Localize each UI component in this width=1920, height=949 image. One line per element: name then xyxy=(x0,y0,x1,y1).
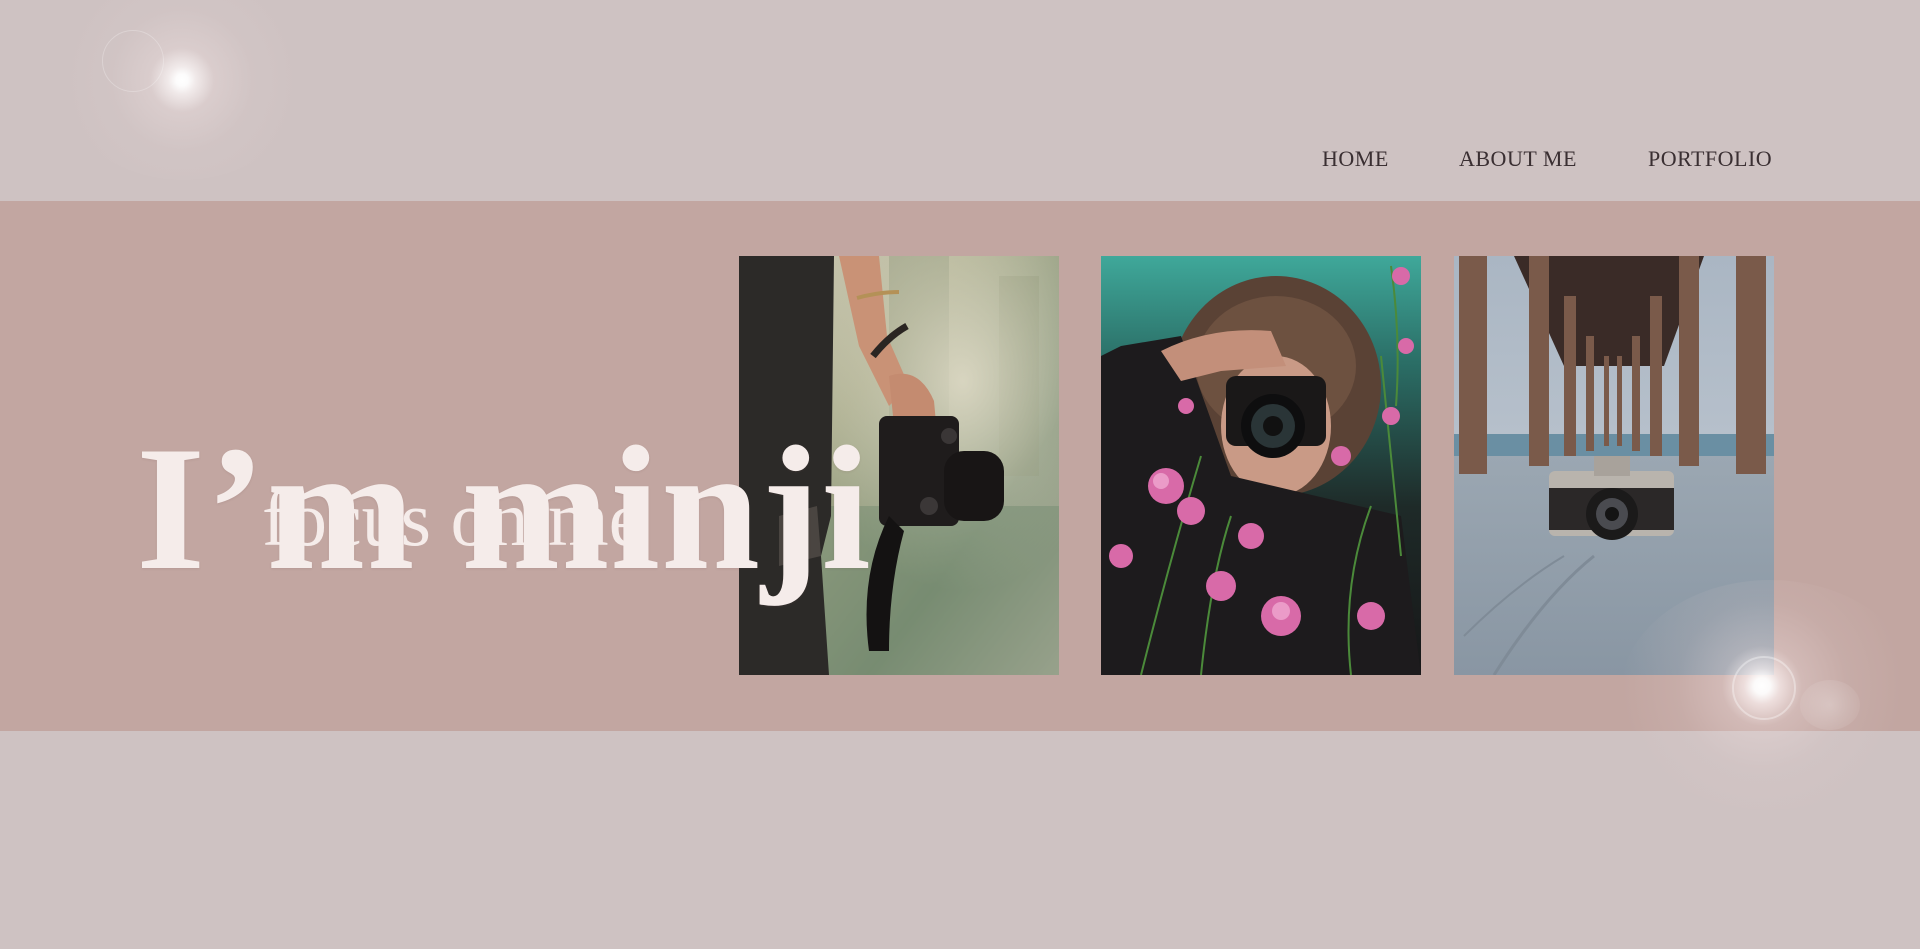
photo-pier-camera-image xyxy=(1454,256,1774,675)
nav-portfolio-link[interactable]: PORTFOLIO xyxy=(1648,146,1772,172)
nav-about-me-link[interactable]: ABOUT ME xyxy=(1459,146,1577,172)
nav-home-link[interactable]: HOME xyxy=(1322,146,1389,172)
hero-subtitle: focus on me xyxy=(262,475,644,562)
page: HOME ABOUT ME PORTFOLIO I’m minji focus … xyxy=(0,0,1920,949)
gallery-photo-flowers-photographer[interactable] xyxy=(1101,256,1421,675)
lens-flare-ring xyxy=(102,30,164,92)
photo-flowers-photographer-image xyxy=(1101,256,1421,675)
main-nav: HOME ABOUT ME PORTFOLIO xyxy=(0,146,1920,176)
gallery-photo-pier-camera[interactable] xyxy=(1454,256,1774,675)
